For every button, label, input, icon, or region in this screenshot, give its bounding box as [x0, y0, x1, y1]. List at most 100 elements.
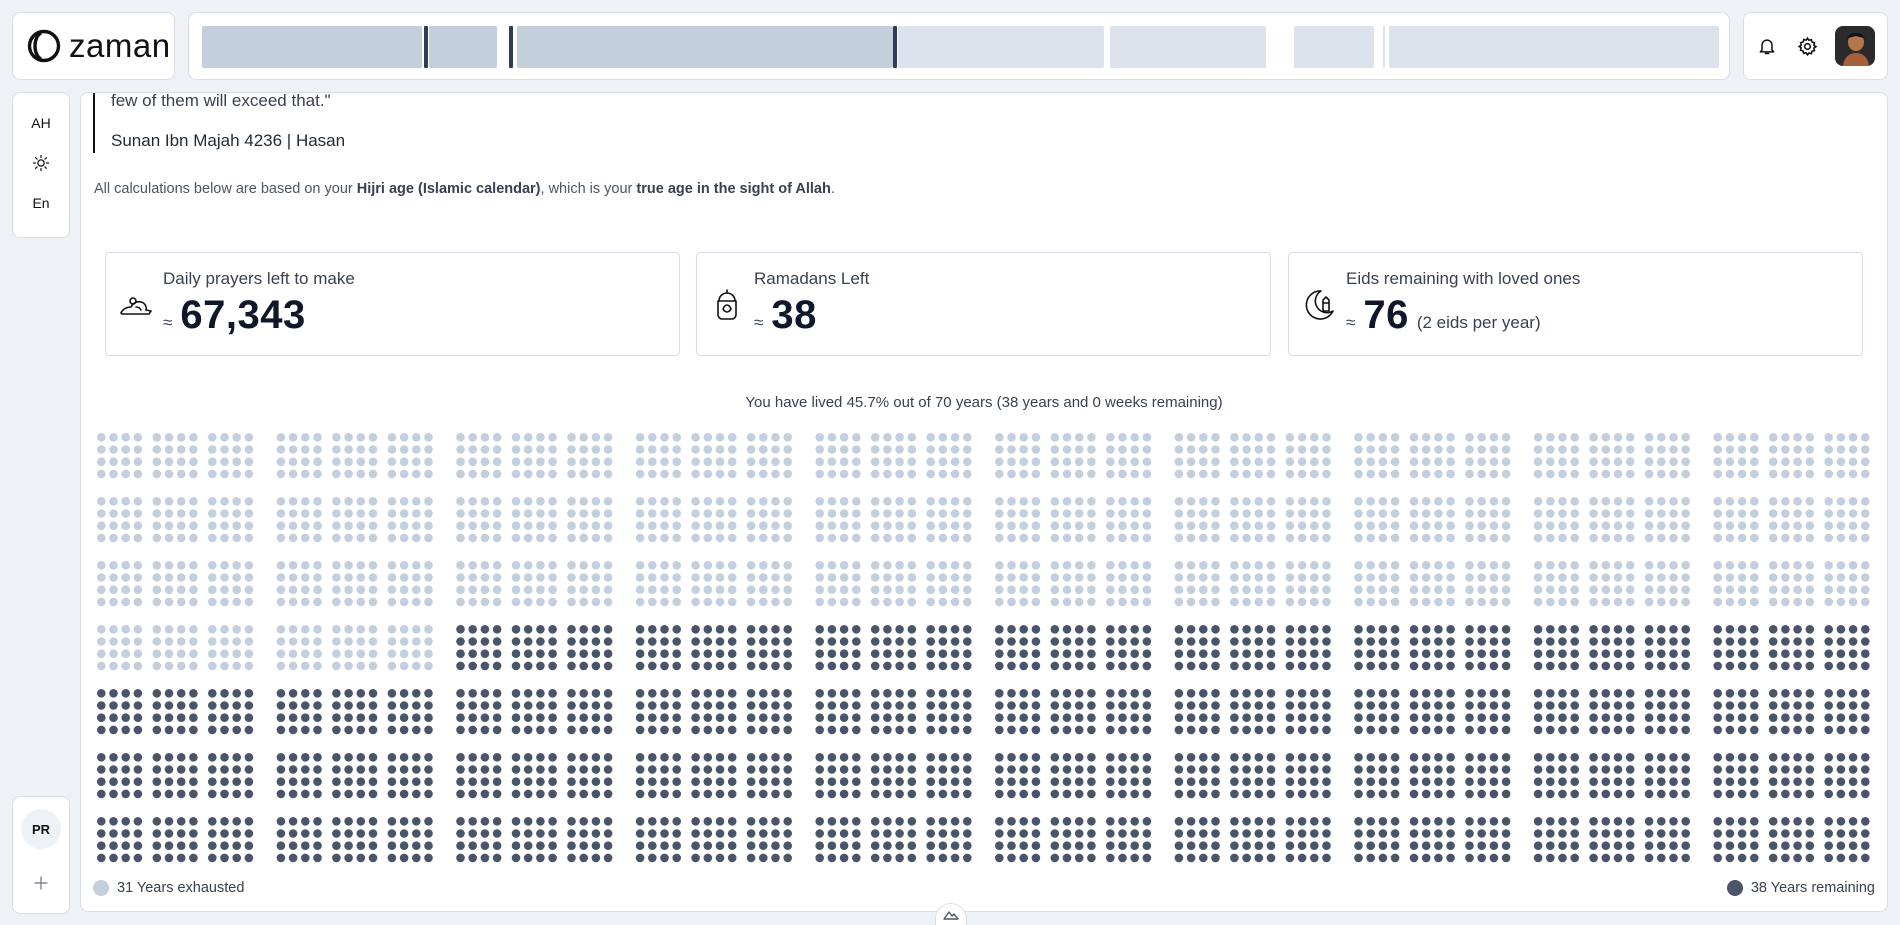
week-dot	[344, 841, 353, 850]
nav-segment[interactable]	[1294, 26, 1374, 68]
week-dot	[1421, 753, 1431, 762]
week-dot	[1242, 469, 1251, 479]
nav-segment[interactable]	[1389, 26, 1719, 68]
week-dot	[1254, 725, 1264, 735]
week-dot	[635, 433, 645, 442]
avatar[interactable]	[1835, 26, 1875, 66]
week-dot	[1533, 637, 1543, 646]
add-button[interactable]	[19, 863, 63, 903]
week-dot	[536, 649, 545, 658]
week-dot	[313, 853, 322, 863]
week-dot	[1750, 533, 1759, 543]
week-dot	[1533, 829, 1543, 838]
week-dot	[480, 829, 490, 838]
week-dot	[1465, 661, 1474, 671]
week-dot	[1087, 661, 1096, 671]
week-dot	[133, 585, 143, 594]
week-dot	[852, 497, 861, 506]
week-dot	[567, 853, 576, 863]
week-dot	[995, 533, 1004, 543]
bell-icon[interactable]	[1755, 34, 1779, 58]
week-dot	[480, 573, 490, 582]
week-dot	[1750, 829, 1759, 838]
week-dot	[1142, 561, 1152, 570]
week-dot	[1570, 433, 1579, 442]
week-dot	[926, 713, 935, 722]
week-dot	[1230, 649, 1239, 658]
week-dot	[1725, 853, 1735, 863]
year-block	[1354, 433, 1511, 479]
week-dot	[536, 637, 545, 646]
week-dot	[1824, 433, 1833, 442]
week-dot	[1199, 533, 1208, 543]
week-dot	[480, 457, 490, 467]
week-dot	[97, 561, 106, 570]
week-dot	[852, 689, 861, 698]
nav-segment[interactable]	[1110, 26, 1266, 68]
week-dot	[1681, 753, 1690, 762]
week-dot	[926, 521, 935, 530]
week-dot	[1657, 457, 1666, 467]
week-dot	[938, 457, 948, 467]
week-dot	[963, 625, 972, 634]
week-dot	[456, 789, 465, 799]
week-dot	[1310, 725, 1319, 735]
week-dot	[727, 625, 737, 634]
language-toggle-button[interactable]: En	[19, 183, 63, 223]
week-dot	[387, 433, 397, 442]
week-dot	[1409, 817, 1419, 826]
nav-segment[interactable]	[202, 26, 422, 68]
nav-segment[interactable]	[898, 26, 1104, 68]
week-dot	[1546, 789, 1555, 799]
week-dot	[97, 573, 106, 582]
logo-card[interactable]: zaman	[12, 12, 175, 80]
nav-segment[interactable]	[429, 26, 497, 68]
week-dot	[1570, 817, 1579, 826]
week-dot	[220, 637, 229, 646]
theme-toggle-button[interactable]	[19, 143, 63, 183]
week-dot	[1446, 561, 1455, 570]
nav-segment[interactable]	[517, 26, 893, 68]
week-dot	[1062, 533, 1072, 543]
week-dot	[232, 765, 241, 774]
week-dot	[938, 765, 948, 774]
week-dot	[1533, 597, 1543, 607]
week-dot	[1019, 701, 1028, 710]
profile-badge[interactable]: PR	[21, 809, 61, 849]
week-dot	[1130, 701, 1139, 710]
gear-icon[interactable]	[1795, 34, 1819, 58]
week-dot	[412, 713, 421, 722]
week-dot	[480, 509, 490, 518]
week-dot	[109, 457, 118, 467]
week-dot	[1106, 753, 1115, 762]
week-dot	[1409, 713, 1419, 722]
week-dot	[715, 533, 725, 543]
week-dot	[1861, 725, 1870, 735]
week-dot	[313, 561, 322, 570]
week-dot	[1378, 573, 1388, 582]
week-dot	[727, 637, 737, 646]
calendar-toggle-button[interactable]: AH	[19, 103, 63, 143]
week-dot	[938, 561, 948, 570]
week-dot	[97, 713, 106, 722]
week-dot	[950, 597, 960, 607]
week-dot	[511, 533, 521, 543]
week-dot	[1199, 649, 1208, 658]
week-dot	[288, 469, 298, 479]
week-dot	[660, 689, 669, 698]
week-dot	[412, 765, 421, 774]
year-block	[1713, 625, 1870, 671]
week-dot	[1546, 725, 1555, 735]
week-dot	[839, 853, 849, 863]
week-dot	[895, 817, 904, 826]
week-dot	[883, 817, 892, 826]
week-dot	[1050, 497, 1060, 506]
week-dot	[1211, 445, 1220, 454]
week-dot	[1322, 753, 1331, 762]
week-dot	[1266, 637, 1276, 646]
year-block	[995, 497, 1152, 543]
week-dot	[1669, 597, 1678, 607]
week-dot	[1824, 829, 1833, 838]
week-dot	[1501, 637, 1511, 646]
week-dot	[839, 585, 849, 594]
